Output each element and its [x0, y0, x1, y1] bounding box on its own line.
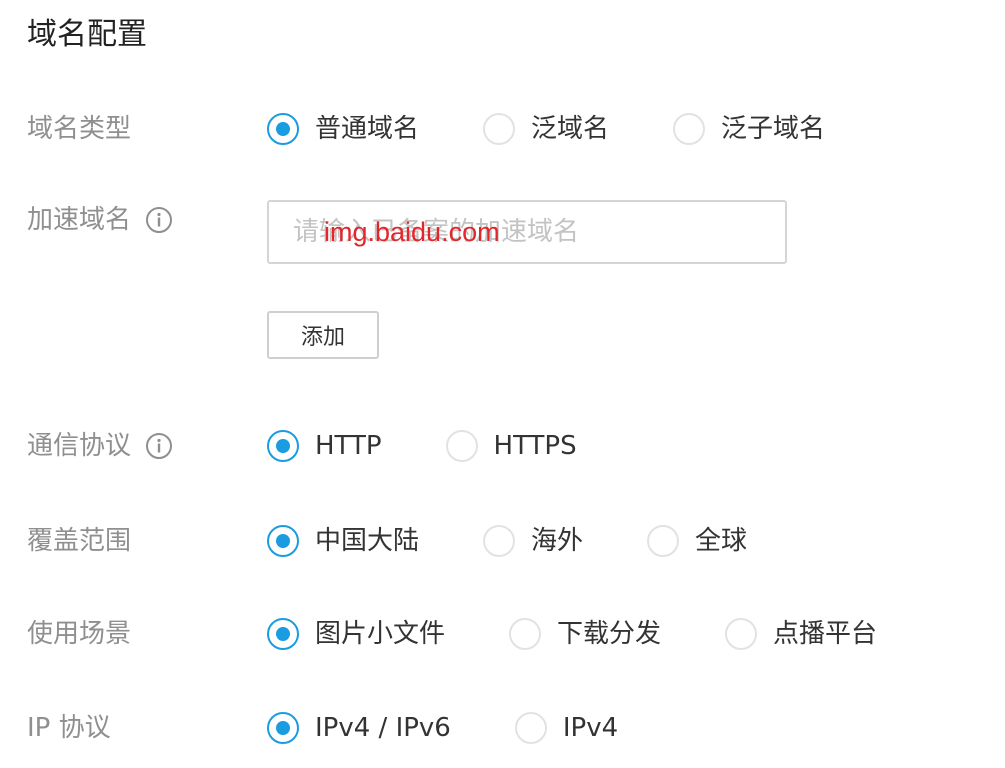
radio-circle — [725, 618, 758, 650]
radio-scenario-images[interactable]: 图片小文件 — [267, 616, 445, 652]
info-icon[interactable] — [145, 432, 173, 460]
domain-type-label: 域名类型 — [27, 114, 132, 144]
page-title: 域名配置 — [27, 17, 147, 52]
radio-label: 海外 — [531, 526, 584, 556]
radio-circle — [514, 712, 547, 744]
radio-circle — [267, 618, 299, 650]
radio-domain-wildcard-sub[interactable]: 泛子域名 — [673, 111, 825, 147]
protocol-radio-group: HTTP HTTPS — [267, 428, 641, 464]
ip-protocol-radio-group: IPv4 / IPv6 IPv4 — [267, 710, 682, 746]
accel-domain-label-wrap: 加速域名 — [27, 202, 173, 238]
radio-circle — [267, 525, 299, 557]
radio-ipv4[interactable]: IPv4 — [514, 710, 619, 746]
radio-circle — [673, 113, 706, 145]
radio-label: 点播平台 — [773, 619, 878, 649]
scenario-label: 使用场景 — [27, 619, 132, 649]
scenario-radio-group: 图片小文件 下载分发 点播平台 — [267, 616, 941, 652]
radio-label: HTTP — [315, 431, 382, 461]
coverage-radio-group: 中国大陆 海外 全球 — [267, 523, 811, 559]
radio-label: 普通域名 — [315, 114, 420, 144]
radio-label: 泛域名 — [531, 114, 610, 144]
radio-ipv4-ipv6[interactable]: IPv4 / IPv6 — [267, 710, 451, 746]
radio-scenario-download[interactable]: 下载分发 — [509, 616, 661, 652]
radio-circle — [509, 618, 542, 650]
radio-circle — [483, 113, 516, 145]
domain-type-radio-group: 普通域名 泛域名 泛子域名 — [267, 111, 889, 147]
radio-http[interactable]: HTTP — [267, 428, 382, 464]
coverage-label: 覆盖范围 — [27, 526, 132, 556]
radio-circle — [445, 430, 478, 462]
radio-label: 泛子域名 — [721, 114, 826, 144]
radio-label: 下载分发 — [557, 619, 662, 649]
info-icon[interactable] — [145, 206, 173, 234]
radio-circle — [267, 430, 299, 462]
domain-input-wrapper: img.baidu.com — [267, 200, 787, 264]
radio-label: IPv4 / IPv6 — [315, 713, 451, 743]
radio-domain-wildcard[interactable]: 泛域名 — [483, 111, 609, 147]
radio-label: IPv4 — [562, 713, 619, 743]
radio-coverage-global[interactable]: 全球 — [647, 523, 747, 559]
radio-circle — [647, 525, 680, 557]
protocol-label: 通信协议 — [27, 431, 132, 461]
radio-circle — [267, 113, 299, 145]
radio-domain-normal[interactable]: 普通域名 — [267, 111, 419, 147]
radio-coverage-mainland[interactable]: 中国大陆 — [267, 523, 419, 559]
ip-protocol-label: IP 协议 — [27, 713, 111, 743]
radio-label: 图片小文件 — [315, 619, 446, 649]
add-button[interactable]: 添加 — [267, 311, 379, 359]
radio-label: 全球 — [695, 526, 748, 556]
radio-scenario-vod[interactable]: 点播平台 — [725, 616, 877, 652]
accel-domain-label: 加速域名 — [27, 205, 132, 235]
protocol-label-wrap: 通信协议 — [27, 428, 173, 464]
radio-https[interactable]: HTTPS — [445, 428, 577, 464]
radio-circle — [483, 525, 516, 557]
radio-circle — [267, 712, 299, 744]
radio-label: HTTPS — [493, 431, 577, 461]
radio-coverage-overseas[interactable]: 海外 — [483, 523, 583, 559]
domain-input[interactable] — [269, 202, 785, 262]
radio-label: 中国大陆 — [315, 526, 420, 556]
